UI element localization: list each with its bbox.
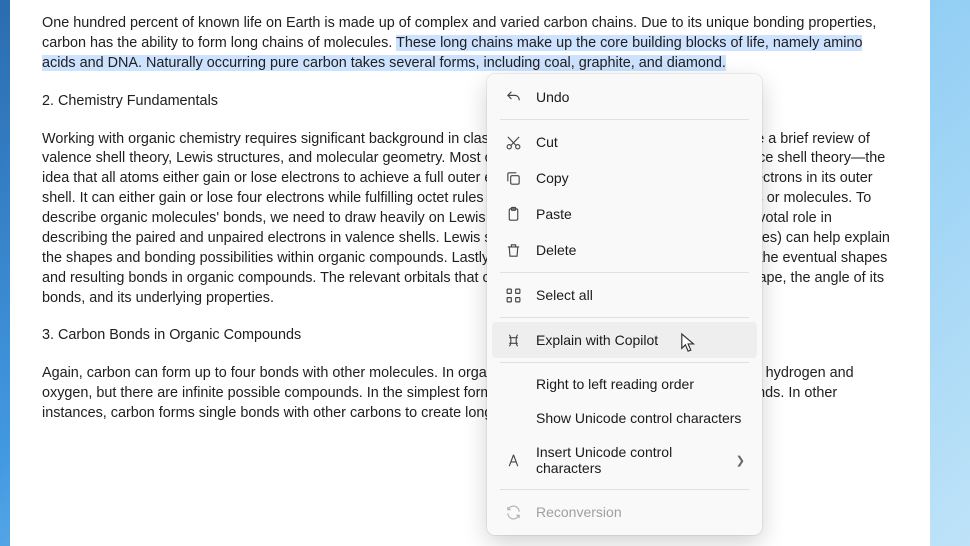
heading-2[interactable]: 2. Chemistry Fundamentals	[42, 92, 898, 112]
paragraph-1[interactable]: One hundred percent of known life on Ear…	[42, 14, 898, 74]
menu-paste-label: Paste	[536, 206, 745, 222]
chevron-right-icon: ❯	[736, 454, 745, 467]
menu-cut-label: Cut	[536, 134, 745, 150]
heading-3[interactable]: 3. Carbon Bonds in Organic Compounds	[42, 326, 898, 346]
cut-icon	[504, 133, 522, 151]
menu-undo-label: Undo	[536, 89, 745, 105]
menu-divider	[500, 489, 749, 490]
menu-cut[interactable]: Cut	[492, 124, 757, 160]
paste-icon	[504, 205, 522, 223]
reconversion-icon	[504, 503, 522, 521]
copilot-icon	[504, 331, 522, 349]
menu-show-unicode[interactable]: Show Unicode control characters	[492, 401, 757, 435]
select-all-icon	[504, 286, 522, 304]
menu-show-unicode-label: Show Unicode control characters	[536, 410, 745, 426]
paragraph-3[interactable]: Again, carbon can form up to four bonds …	[42, 364, 898, 424]
menu-explain-copilot-label: Explain with Copilot	[536, 332, 745, 348]
copy-icon	[504, 169, 522, 187]
context-menu: Undo Cut Copy Paste Delete	[487, 74, 762, 535]
document-window: One hundred percent of known life on Ear…	[10, 0, 930, 546]
menu-paste[interactable]: Paste	[492, 196, 757, 232]
menu-explain-copilot[interactable]: Explain with Copilot	[492, 322, 757, 358]
menu-rtl[interactable]: Right to left reading order	[492, 367, 757, 401]
undo-icon	[504, 88, 522, 106]
menu-insert-unicode[interactable]: Insert Unicode control characters ❯	[492, 435, 757, 485]
menu-reconversion: Reconversion	[492, 494, 757, 530]
document-body: One hundred percent of known life on Ear…	[42, 0, 898, 424]
menu-reconversion-label: Reconversion	[536, 504, 745, 520]
paragraph-2[interactable]: Working with organic chemistry requires …	[42, 130, 898, 309]
menu-divider	[500, 317, 749, 318]
text-control-icon	[504, 451, 522, 469]
menu-insert-unicode-label: Insert Unicode control characters	[536, 444, 722, 476]
menu-divider	[500, 362, 749, 363]
menu-copy[interactable]: Copy	[492, 160, 757, 196]
menu-undo[interactable]: Undo	[492, 79, 757, 115]
menu-select-all-label: Select all	[536, 287, 745, 303]
menu-rtl-label: Right to left reading order	[536, 376, 745, 392]
delete-icon	[504, 241, 522, 259]
menu-delete-label: Delete	[536, 242, 745, 258]
menu-copy-label: Copy	[536, 170, 745, 186]
menu-divider	[500, 272, 749, 273]
menu-select-all[interactable]: Select all	[492, 277, 757, 313]
menu-delete[interactable]: Delete	[492, 232, 757, 268]
menu-divider	[500, 119, 749, 120]
